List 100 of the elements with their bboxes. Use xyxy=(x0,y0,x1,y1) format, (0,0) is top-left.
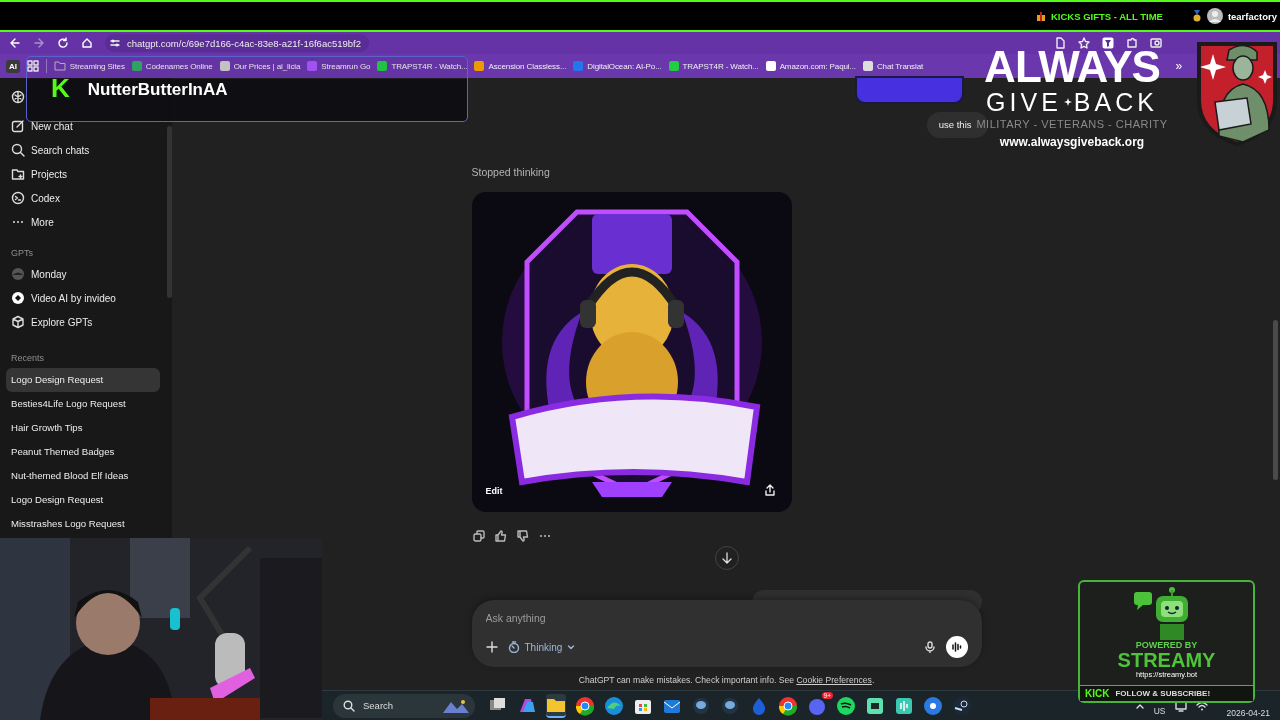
sidebar-item[interactable]: More xyxy=(6,210,160,234)
home-icon[interactable] xyxy=(81,37,93,49)
scrollbar[interactable] xyxy=(167,126,172,298)
date-label: 2026-04-21 xyxy=(1226,707,1270,718)
thumbs-up-icon[interactable] xyxy=(494,530,507,542)
chat-history-item[interactable]: Logo Design Request xyxy=(6,368,160,392)
sidebar-item[interactable]: Explore GPTs xyxy=(6,310,160,334)
copy-icon[interactable] xyxy=(472,530,485,542)
terminal-circle-icon xyxy=(11,191,25,205)
landscape-icon xyxy=(443,698,469,713)
bookmark[interactable]: Codenames Online xyxy=(131,61,213,71)
steam-icon[interactable] xyxy=(952,695,972,716)
site-icon xyxy=(862,61,873,71)
section-heading: GPTs xyxy=(10,247,34,260)
follower-name: NutterButterInAA xyxy=(87,79,228,101)
chat-history-item[interactable]: Peanut Themed Badges xyxy=(6,440,160,464)
search-field[interactable]: Search xyxy=(333,693,475,718)
kick-label: KICK xyxy=(1085,688,1110,699)
chat-history-item[interactable]: Besties4Life Logo Request xyxy=(6,392,160,416)
tv-icon[interactable] xyxy=(865,695,885,716)
follow-label: FOLLOW & SUBSCRIBE! xyxy=(1115,689,1211,698)
pencil-square-icon xyxy=(11,119,25,133)
bookmark[interactable]: Amazon.com: Paqui... xyxy=(765,61,856,71)
site-icon xyxy=(131,61,142,71)
bookmark[interactable]: TRAPST4R - Watch... xyxy=(668,61,759,71)
charity-word: GIVE xyxy=(986,88,1062,116)
timer-icon xyxy=(507,641,520,653)
search-icon xyxy=(11,143,25,157)
url-text: chatgpt.com/c/69e7d166-c4ac-83e8-a21f-16f6ac519bf2 xyxy=(127,37,361,49)
chat-history-item[interactable]: Misstrashes Logo Request xyxy=(6,512,160,536)
sidebar-item[interactable]: Projects xyxy=(6,162,160,186)
bookmark[interactable]: Streaming Sites xyxy=(53,61,125,71)
scrollbar[interactable] xyxy=(1273,320,1278,480)
plus-icon[interactable] xyxy=(485,641,498,653)
bookmark[interactable]: Our Prices | ai_licia xyxy=(219,61,301,71)
streamy-title: STREAMY xyxy=(1117,650,1216,670)
chat-history-item[interactable]: Logo Design Request xyxy=(6,488,160,512)
bookmark[interactable]: TRAPST4R - Watch... xyxy=(377,61,468,71)
charity-word: BACK xyxy=(1073,88,1158,116)
sidebar-item[interactable]: Video AI by invideo xyxy=(6,286,160,310)
site-icon xyxy=(573,61,584,71)
more-bookmarks-button[interactable]: » xyxy=(1175,59,1182,73)
cube-icon xyxy=(11,315,25,329)
thinking-mode-button[interactable]: Thinking xyxy=(507,641,576,653)
site-icon xyxy=(219,61,230,71)
sparkle-icon xyxy=(1063,98,1072,106)
section-heading: Recents xyxy=(10,352,46,365)
waveform-icon[interactable] xyxy=(894,695,914,716)
sidebar-item[interactable]: New chat xyxy=(6,114,160,138)
gift-icon xyxy=(1036,11,1046,21)
powered-by-label: POWERED BY xyxy=(1135,640,1198,650)
folder-icon xyxy=(53,61,66,71)
sidebar-item[interactable]: Codex xyxy=(6,186,160,210)
site-icon xyxy=(377,61,388,71)
browser-icon[interactable] xyxy=(778,695,798,716)
disclaimer-text: ChatGPT can make mistakes. Check important info. See Cookie Preferences. xyxy=(577,674,876,687)
avatar-icon xyxy=(1206,8,1223,24)
medal-icon xyxy=(1191,10,1202,22)
sidebar-item[interactable]: Search chats xyxy=(6,138,160,162)
bookmark[interactable]: Ascension Classless... xyxy=(474,61,567,71)
music-circle-icon[interactable] xyxy=(836,695,856,716)
folder-plus-icon xyxy=(11,167,25,181)
scroll-down-button[interactable] xyxy=(714,546,739,570)
charity-url: www.alwaysgiveback.org xyxy=(999,135,1145,149)
bookmark[interactable]: DigitalOcean: AI-Po... xyxy=(573,61,662,71)
search-placeholder: Search xyxy=(363,700,395,711)
site-icon xyxy=(474,61,485,71)
back-icon[interactable] xyxy=(9,37,21,49)
microphone-icon[interactable] xyxy=(923,641,936,653)
site-icon xyxy=(668,61,679,71)
caret-icon xyxy=(567,643,576,651)
thinking-status: Stopped thinking xyxy=(471,166,551,180)
share-icon[interactable] xyxy=(763,484,776,496)
chat-history-item[interactable]: Hair Growth Tips xyxy=(6,416,160,440)
kick-logo: K xyxy=(51,75,70,101)
edge-icon[interactable] xyxy=(604,695,624,716)
search-icon xyxy=(343,699,355,712)
bookmark[interactable]: Streamrun Go xyxy=(307,61,371,71)
address-bar[interactable]: chatgpt.com/c/69e7d166-c4ac-83e8-a21f-16f6ac519bf2 xyxy=(105,34,369,52)
charity-tagline: MILITARY - VETERANS - CHARITY xyxy=(976,118,1168,130)
avatar-icon xyxy=(11,267,25,281)
thumbs-down-icon[interactable] xyxy=(516,530,529,542)
chat-history-item[interactable]: Nut-themed Blood Elf Ideas xyxy=(6,464,160,488)
reload-icon[interactable] xyxy=(57,37,69,49)
sidebar-item[interactable]: Monday xyxy=(6,262,160,286)
apps-grid-icon[interactable] xyxy=(26,60,39,72)
message-input-field[interactable]: Ask anything Thinking xyxy=(471,600,982,667)
ai-button[interactable]: AI xyxy=(6,59,20,73)
voice-mode-button[interactable] xyxy=(945,636,968,658)
site-icon xyxy=(307,61,318,71)
username: tearfactory xyxy=(1227,10,1277,22)
browser-icon[interactable] xyxy=(575,695,595,716)
network-icon[interactable] xyxy=(923,695,943,716)
site-icon xyxy=(765,61,776,71)
edit-button[interactable]: Edit xyxy=(485,486,503,496)
cookie-preferences-link[interactable]: Cookie Preferences xyxy=(796,675,872,685)
bookmark[interactable]: Chat Translat xyxy=(862,61,924,71)
language-indicator[interactable]: US xyxy=(1153,705,1166,716)
site-settings-icon xyxy=(109,37,121,49)
forward-icon[interactable] xyxy=(33,37,45,49)
